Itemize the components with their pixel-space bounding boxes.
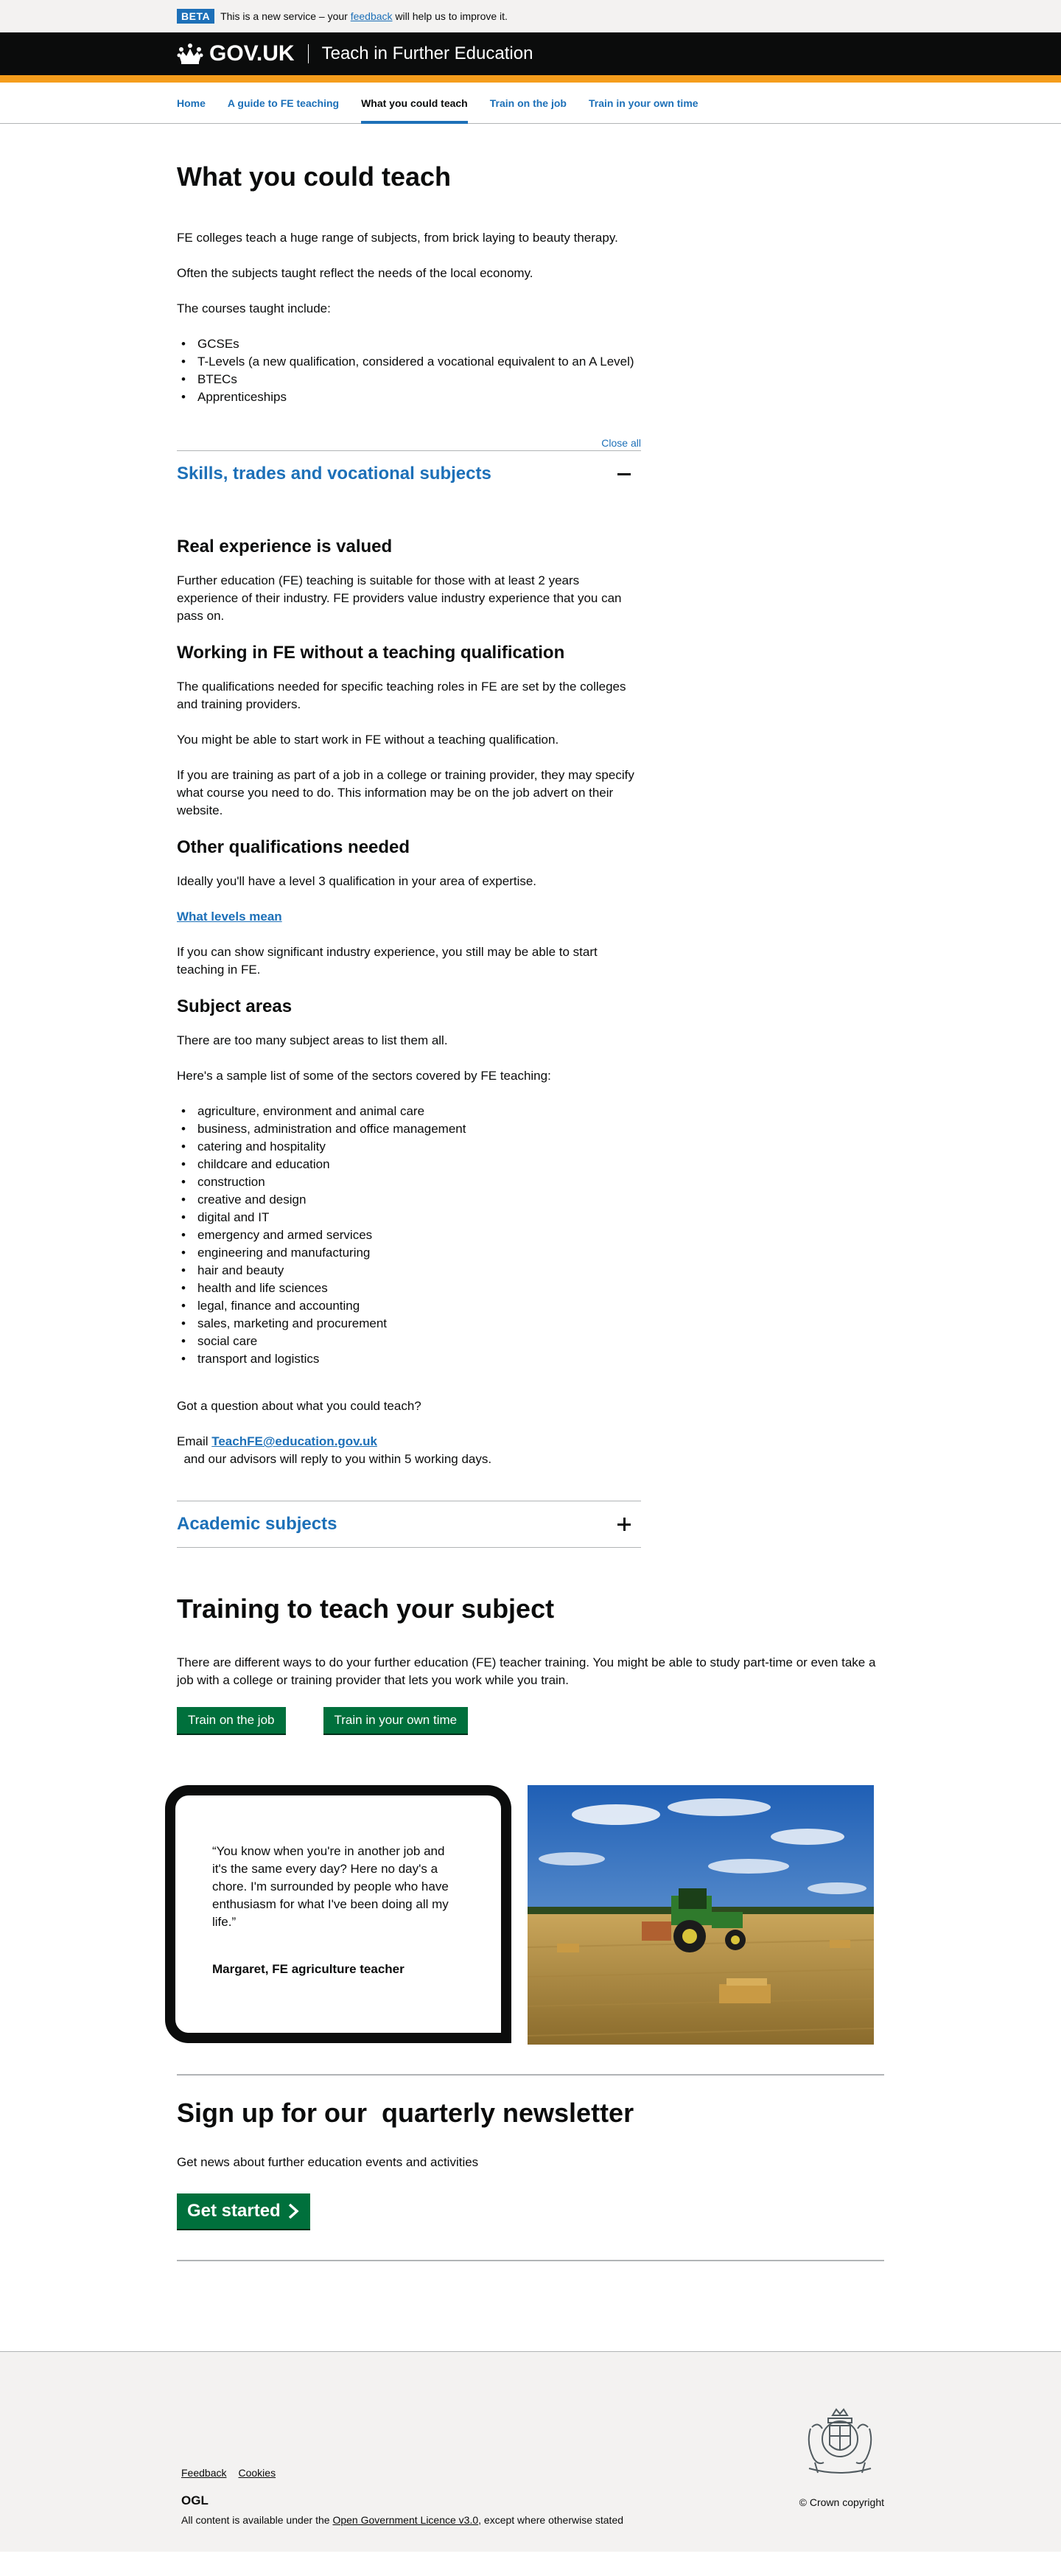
chevron-right-icon — [288, 2203, 299, 2219]
contact-paragraph: Email TeachFE@education.gov.uk and our a… — [177, 1434, 492, 1467]
page-title: What you could teach — [177, 161, 452, 192]
training-text: There are different ways to do your furt… — [177, 1655, 876, 1688]
site-header: GOV.UK Teach in Further Education — [0, 32, 1061, 83]
section-heading: Working in FE without a teaching qualifi… — [177, 643, 565, 663]
paragraph: If you can show significant industry exp… — [177, 945, 598, 977]
nav-item-home[interactable]: Home — [177, 83, 206, 124]
list-item: BTECs — [177, 371, 648, 388]
beta-tag: BETA — [177, 9, 215, 24]
logo-text: GOV.UK — [209, 41, 295, 66]
train-on-the-job-button[interactable]: Train on the job — [177, 1707, 286, 1734]
intro-paragraph: Often the subjects taught reflect the ne… — [177, 266, 533, 281]
quote-text: “You know when you're in another job and… — [212, 1844, 449, 1930]
footer-link-feedback[interactable]: Feedback — [181, 2467, 226, 2479]
section-heading: Subject areas — [177, 996, 293, 1017]
minus-icon[interactable] — [617, 467, 631, 481]
paragraph: You might be able to start work in FE wi… — [177, 733, 559, 747]
accordion-title[interactable]: Skills, trades and vocational subjects — [177, 464, 491, 484]
what-levels-mean-link[interactable]: What levels mean — [177, 910, 282, 924]
list-item: legal, finance and accounting — [177, 1297, 641, 1315]
quote-author: Margaret, FE agriculture teacher — [212, 1962, 405, 1977]
quote-box: “You know when you're in another job and… — [165, 1785, 511, 2044]
list-item: agriculture, environment and animal care — [177, 1103, 641, 1120]
paragraph: Here's a sample list of some of the sect… — [177, 1069, 551, 1083]
list-item: engineering and manufacturing — [177, 1244, 641, 1262]
paragraph: There are too many subject areas to list… — [177, 1033, 448, 1048]
paragraph: The qualifications needed for specific t… — [177, 680, 626, 712]
royal-coat-of-arms-icon — [808, 2408, 872, 2474]
close-all-button[interactable]: Close all — [177, 437, 641, 449]
paragraph: Further education (FE) teaching is suita… — [177, 573, 622, 624]
intro-paragraph: FE colleges teach a huge range of subjec… — [177, 231, 618, 245]
testimonial: “You know when you're in another job and… — [165, 1785, 884, 2045]
list-item: GCSEs — [177, 335, 648, 353]
primary-navigation: Home A guide to FE teaching What you cou… — [0, 83, 1061, 124]
nav-item-train-in-own-time[interactable]: Train in your own time — [589, 83, 698, 124]
accordion-section-academic: Academic subjects — [177, 1501, 641, 1549]
courses-list: GCSEs T-Levels (a new qualification, con… — [177, 335, 648, 406]
crown-copyright-link[interactable]: © Crown copyright — [799, 2496, 884, 2508]
section-heading: Real experience is valued — [177, 537, 393, 557]
list-item: catering and hospitality — [177, 1138, 641, 1156]
subjects-accordion: Close all Skills, trades and vocational … — [177, 437, 641, 1549]
training-title: Training to teach your subject — [177, 1594, 555, 1624]
crown-icon — [177, 43, 203, 64]
accordion-section-skills: Skills, trades and vocational subjects R… — [177, 450, 641, 1501]
list-item: digital and IT — [177, 1209, 641, 1226]
list-item: sales, marketing and procurement — [177, 1315, 641, 1333]
svg-text:OGL: OGL — [181, 2493, 209, 2507]
beta-banner: BETA This is a new service – your feedba… — [0, 0, 1061, 32]
accordion-body-skills: Real experience is valued Further educat… — [177, 497, 641, 1501]
nav-item-guide[interactable]: A guide to FE teaching — [228, 83, 339, 124]
list-item: construction — [177, 1173, 641, 1191]
question-text: Got a question about what you could teac… — [177, 1399, 421, 1414]
intro: FE colleges teach a huge range of subjec… — [177, 229, 648, 406]
licence-link[interactable]: Open Government Licence v3.0 — [332, 2514, 478, 2526]
list-item: health and life sciences — [177, 1280, 641, 1297]
main-content: What you could teach FE colleges teach a… — [0, 161, 1061, 2262]
get-started-button[interactable]: Get started — [177, 2193, 310, 2230]
beta-text: This is a new service – your feedback wi… — [220, 10, 508, 22]
list-item: childcare and education — [177, 1156, 641, 1173]
list-item: T-Levels (a new qualification, considere… — [177, 353, 648, 371]
newsletter-text: Get news about further education events … — [177, 2155, 479, 2170]
accordion-header-academic[interactable]: Academic subjects — [177, 1501, 641, 1547]
newsletter-section: Sign up for our quarterly newsletter Get… — [177, 2074, 884, 2262]
newsletter-title: Sign up for our quarterly newsletter — [177, 2098, 634, 2129]
site-footer: Feedback Cookies OGL All content is avai… — [0, 2351, 1061, 2552]
list-item: transport and logistics — [177, 1350, 641, 1368]
header-divider — [307, 44, 309, 63]
training-buttons: Train on the job Train in your own time — [177, 1707, 884, 1734]
accordion-title[interactable]: Academic subjects — [177, 1514, 337, 1535]
nav-item-train-on-the-job[interactable]: Train on the job — [490, 83, 567, 124]
tractor-field-photo — [528, 1785, 874, 2045]
nav-item-what-you-could-teach[interactable]: What you could teach — [361, 83, 468, 124]
section-heading: Other qualifications needed — [177, 837, 410, 858]
ogl-logo: OGL — [181, 2493, 209, 2507]
paragraph: If you are training as part of a job in … — [177, 768, 634, 818]
list-item: business, administration and office mana… — [177, 1120, 641, 1138]
footer-link-cookies[interactable]: Cookies — [238, 2467, 276, 2479]
list-item: social care — [177, 1333, 641, 1350]
service-name[interactable]: Teach in Further Education — [322, 43, 533, 64]
train-in-own-time-button[interactable]: Train in your own time — [323, 1707, 469, 1734]
list-item: creative and design — [177, 1191, 641, 1209]
email-link[interactable]: TeachFE@education.gov.uk — [211, 1434, 377, 1448]
list-item: emergency and armed services — [177, 1226, 641, 1244]
govuk-logo[interactable]: GOV.UK — [177, 41, 295, 66]
list-item: hair and beauty — [177, 1262, 641, 1280]
plus-icon[interactable] — [617, 1518, 631, 1532]
licence-text: All content is available under the Open … — [181, 2514, 624, 2527]
paragraph: Ideally you'll have a level 3 qualificat… — [177, 874, 537, 889]
accordion-header-skills[interactable]: Skills, trades and vocational subjects — [177, 451, 641, 497]
footer-links: Feedback Cookies — [181, 2467, 287, 2479]
intro-paragraph: The courses taught include: — [177, 301, 331, 316]
feedback-link[interactable]: feedback — [351, 10, 393, 22]
list-item: Apprenticeships — [177, 388, 648, 406]
sectors-list: agriculture, environment and animal care… — [177, 1103, 641, 1368]
get-started-label: Get started — [187, 2201, 281, 2221]
